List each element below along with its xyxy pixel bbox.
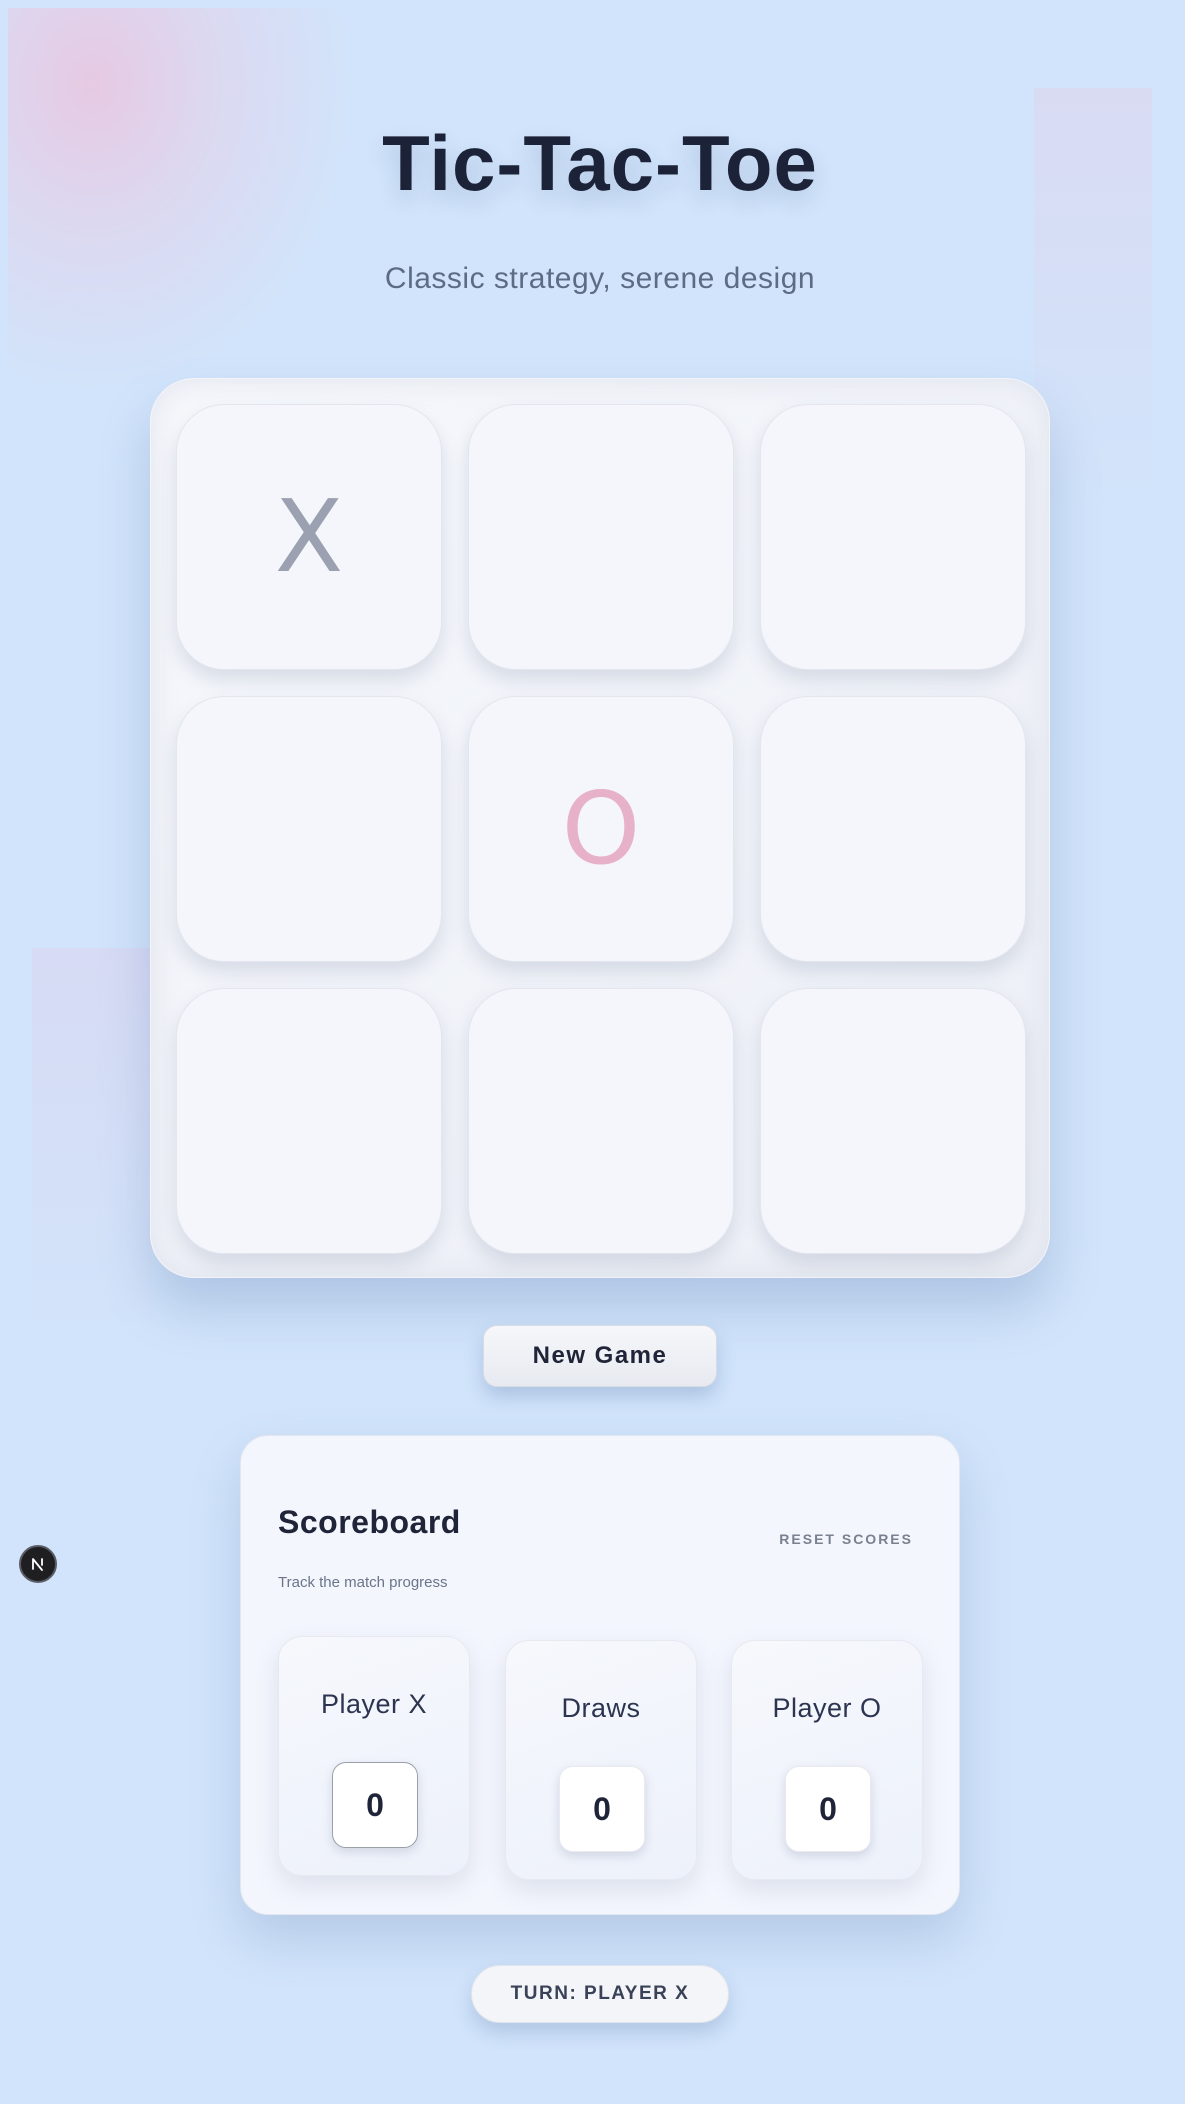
score-card-draws: Draws 0 <box>505 1640 697 1880</box>
n-glyph-icon <box>32 1558 43 1571</box>
score-value: 0 <box>785 1766 871 1852</box>
board-cell-7[interactable] <box>176 988 442 1254</box>
decorative-gradient-left <box>32 948 152 1338</box>
board-cell-2[interactable] <box>468 404 734 670</box>
new-game-button[interactable]: New Game <box>483 1325 717 1387</box>
score-value: 0 <box>559 1766 645 1852</box>
nextjs-logo-icon[interactable] <box>19 1545 57 1583</box>
score-card-player-x: Player X 0 <box>278 1636 470 1876</box>
game-board: X O <box>150 378 1050 1278</box>
reset-scores-button[interactable]: RESET SCORES <box>779 1531 913 1547</box>
scoreboard-title: Scoreboard <box>278 1504 461 1540</box>
board-cell-5[interactable]: O <box>468 696 734 962</box>
cell-mark: X <box>274 478 344 595</box>
board-cell-8[interactable] <box>468 988 734 1254</box>
page-subtitle: Classic strategy, serene design <box>384 262 816 295</box>
score-card-player-o: Player O 0 <box>731 1640 923 1880</box>
score-label: Draws <box>561 1693 641 1723</box>
turn-status-badge: TURN: PLAYER X <box>471 1965 729 2023</box>
board-cell-6[interactable] <box>760 696 1026 962</box>
page-title: Tic-Tac-Toe <box>382 119 818 207</box>
cell-mark: O <box>561 770 641 887</box>
score-label: Player O <box>772 1693 882 1723</box>
score-label: Player X <box>320 1689 428 1719</box>
scoreboard-panel: Scoreboard RESET SCORES Track the match … <box>240 1435 960 1915</box>
board-cell-1[interactable]: X <box>176 404 442 670</box>
board-cell-9[interactable] <box>760 988 1026 1254</box>
board-cell-4[interactable] <box>176 696 442 962</box>
score-value: 0 <box>332 1762 418 1848</box>
board-cell-3[interactable] <box>760 404 1026 670</box>
scoreboard-subtitle: Track the match progress <box>278 1574 448 1591</box>
